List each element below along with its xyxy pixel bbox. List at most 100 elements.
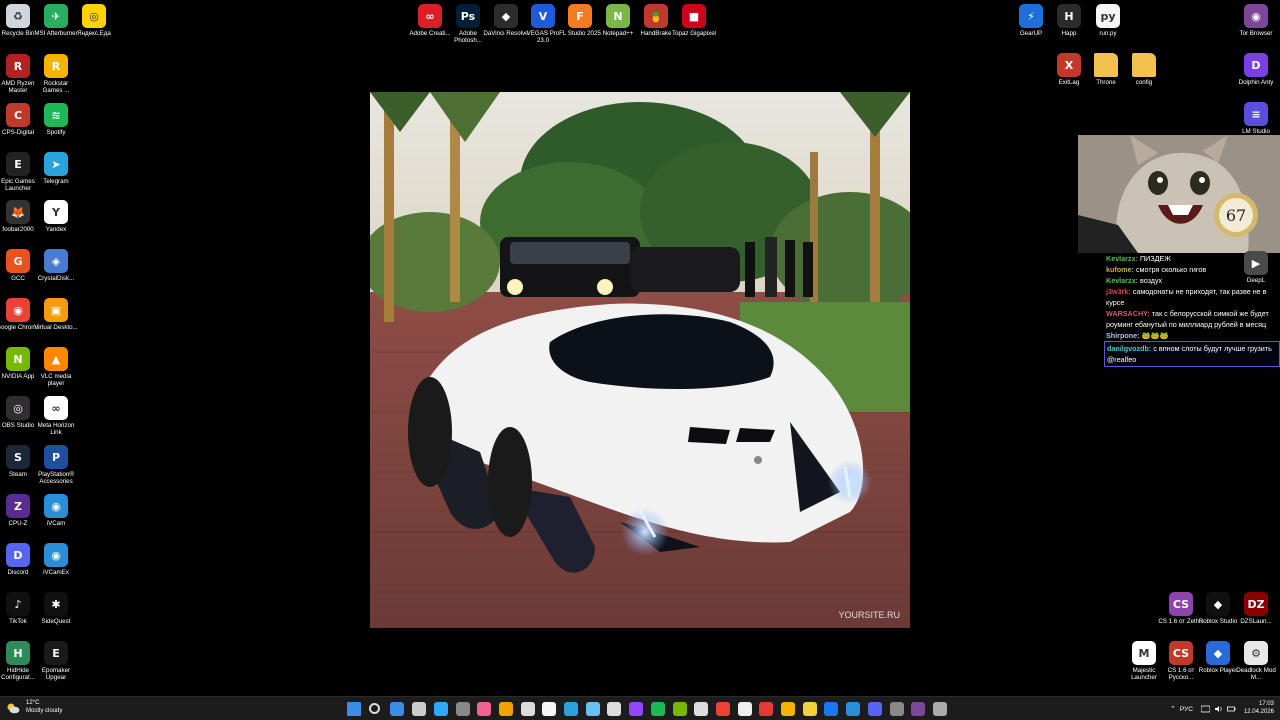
chat-text: ПИЗДЕЖ	[1137, 254, 1171, 263]
desktop-icon-ivcamex[interactable]: ◉ iVCamEx	[36, 543, 76, 576]
hidhide-icon: H	[6, 641, 30, 665]
desktop-icon-fl-studio[interactable]: F FL Studio 2025	[559, 4, 601, 37]
chat-username[interactable]: danilgvozdb:	[1107, 344, 1151, 353]
nvidia-icon[interactable]	[672, 702, 687, 716]
desktop-icon-telegram[interactable]: ➤ Telegram	[36, 152, 76, 185]
battery-icon[interactable]	[1227, 705, 1236, 713]
twitch-icon[interactable]	[629, 702, 644, 716]
text-icon[interactable]	[889, 702, 904, 716]
settings-icon[interactable]	[932, 702, 947, 716]
desktop-icon-adobe-cc[interactable]: ∞ Adobe Creati...	[409, 4, 451, 37]
desktop-icon-meta[interactable]: ∞ Meta Horizon Link	[36, 396, 76, 437]
photoshop-icon[interactable]	[433, 702, 448, 716]
desktop-icon-folder[interactable]: Throne	[1086, 53, 1126, 86]
davinci-icon[interactable]	[455, 702, 470, 716]
desktop-icon-dzs-launcher[interactable]: DZ DZSLaun...	[1236, 592, 1276, 625]
chatgpt-icon[interactable]	[607, 702, 622, 716]
desktop-icon-gearup[interactable]: ⚡ GearUP	[1011, 4, 1051, 37]
chat-username[interactable]: Shirpone:	[1106, 331, 1140, 340]
cs16-icon: CS	[1169, 592, 1193, 616]
desktop-icon-sidequest[interactable]: ✱ SideQuest	[36, 592, 76, 625]
tor-icon[interactable]	[911, 702, 926, 716]
desktop-icon-dolphin-anty[interactable]: D Dolphin Anty	[1236, 53, 1276, 86]
notepad-icon[interactable]	[542, 702, 557, 716]
spotify-icon[interactable]	[650, 702, 665, 716]
search-icon[interactable]	[368, 703, 380, 714]
language-indicator[interactable]: РУС	[1180, 706, 1193, 713]
dzs-launcher-icon: DZ	[1244, 592, 1268, 616]
taskbar-clock[interactable]: 17:03 12.04.2026	[1238, 700, 1274, 716]
file-explorer-icon[interactable]	[390, 702, 405, 716]
browser-icon[interactable]	[802, 702, 817, 716]
hypercar-photo: YOURSITE.RU	[370, 92, 910, 628]
chat-username[interactable]: WARSACHY:	[1106, 309, 1150, 318]
photoshop-icon: Ps	[456, 4, 480, 28]
desktop-icon-lm-studio[interactable]: ≡ LM Studio	[1236, 102, 1276, 135]
desktop-icon-ivcam[interactable]: ◉ iVCam	[36, 494, 76, 527]
telegram-icon[interactable]	[564, 702, 578, 716]
itunes-icon[interactable]	[477, 702, 492, 716]
chat-username[interactable]: j3w3rk:	[1106, 287, 1131, 296]
audacity-icon[interactable]	[498, 702, 513, 716]
desktop-icon-tor-browser[interactable]: ◉ Tor Browser	[1236, 4, 1276, 37]
desktop-icon-msi-afterburner[interactable]: ✈ MSI Afterburner	[34, 4, 78, 37]
globe-icon[interactable]	[846, 702, 861, 716]
happ-icon: H	[1057, 4, 1081, 28]
clock-date: 12.04.2026	[1243, 709, 1274, 715]
taskbar: 12°C Mostly cloudy ⌃ РУС 17:03 12.04.202…	[0, 696, 1280, 720]
desktop-icon-playstation[interactable]: P PlayStation® Accessories	[36, 445, 76, 486]
network-icon[interactable]	[1200, 705, 1210, 713]
dolphin-anty-icon: D	[1244, 53, 1268, 77]
desktop-icon-folder[interactable]: config	[1124, 53, 1164, 86]
chat-username[interactable]: Kevlarzx:	[1106, 276, 1138, 285]
shield-icon[interactable]	[781, 702, 795, 716]
desktop-icon-yandex-browser[interactable]: Y Yandex	[36, 200, 76, 233]
desktop-icon-label: Dolphin Anty	[1238, 79, 1274, 86]
desktop-icon-label: iVCamEx	[43, 569, 69, 576]
desktop-icon-spotify[interactable]: ≋ Spotify	[36, 103, 76, 136]
music-icon[interactable]	[759, 702, 774, 716]
discord-icon[interactable]	[867, 702, 882, 716]
notepadpp-icon: N	[606, 4, 630, 28]
desktop-icon-vegas[interactable]: V VEGAS Pro 23.0	[523, 4, 563, 45]
desktop-icon-topaz[interactable]: ■ Topaz Gigapixel	[672, 4, 716, 37]
desktop-icon-python-file[interactable]: py run.py	[1088, 4, 1128, 37]
desktop-icon-rockstar[interactable]: R Rockstar Games ...	[36, 54, 76, 95]
nvidia-icon: N	[6, 347, 30, 371]
desktop-icon-cs16-ru[interactable]: CS CS 1.6 от Русско...	[1161, 641, 1201, 682]
tray-overflow-icon[interactable]: ⌃	[1170, 705, 1176, 713]
desktop-icon-epomaker[interactable]: E Epomaker Upgear	[36, 641, 76, 682]
clock-icon[interactable]	[694, 702, 709, 716]
playstation-icon: P	[44, 445, 68, 469]
desktop-icon-photoshop[interactable]: Ps Adobe Photosh...	[448, 4, 488, 45]
weather-widget[interactable]: 12°C Mostly cloudy	[6, 700, 62, 715]
chat-username[interactable]: Kevlarzx:	[1106, 254, 1138, 263]
desktop-icon-virtual-desktop[interactable]: ▣ Virtual Deskto...	[34, 298, 78, 331]
ivcamex-icon: ◉	[44, 543, 68, 567]
desktop-icon-yandex-eda[interactable]: ◎ Яндекс.Еда	[74, 4, 114, 37]
volume-icon[interactable]	[1214, 705, 1223, 713]
start-icon[interactable]	[347, 702, 361, 716]
desktop-icon-vlc[interactable]: ▲ VLC media player	[36, 347, 76, 388]
steam-icon[interactable]	[585, 702, 600, 716]
obs-icon[interactable]	[412, 702, 427, 716]
desktop-icon-notepadpp[interactable]: N Notepad++	[598, 4, 638, 37]
desktop-icon-happ[interactable]: H Happ	[1049, 4, 1089, 37]
desktop-icon-handbrake[interactable]: 🍍 HandBrake	[636, 4, 676, 37]
media-icon[interactable]	[520, 702, 535, 716]
desktop-icon-label: Deadlock Mod M...	[1236, 667, 1276, 682]
desktop-icon-crystaldisk[interactable]: ◈ CrystalDisk...	[36, 249, 76, 282]
chat-text: 🐸🐸🐸	[1139, 331, 1169, 340]
desktop-icon-deadlock[interactable]: ⚙ Deadlock Mod M...	[1236, 641, 1276, 682]
roblox-studio-icon: ◆	[1206, 592, 1230, 616]
desktop-icon-label: VLC media player	[40, 373, 72, 388]
gcc-icon: G	[6, 249, 30, 273]
vpn-icon[interactable]	[737, 702, 752, 716]
meta-icon[interactable]	[824, 702, 839, 716]
chat-username[interactable]: kufome:	[1106, 265, 1134, 274]
desktop-icon-roblox-studio[interactable]: ◆ Roblox Studio	[1198, 592, 1238, 625]
desktop-icon-roblox-player[interactable]: ◆ Roblox Player	[1198, 641, 1238, 674]
desktop-icon-epic-games[interactable]: E Epic Games Launcher	[0, 152, 38, 193]
chrome-icon[interactable]	[715, 702, 730, 716]
spotify-icon: ≋	[44, 103, 68, 127]
